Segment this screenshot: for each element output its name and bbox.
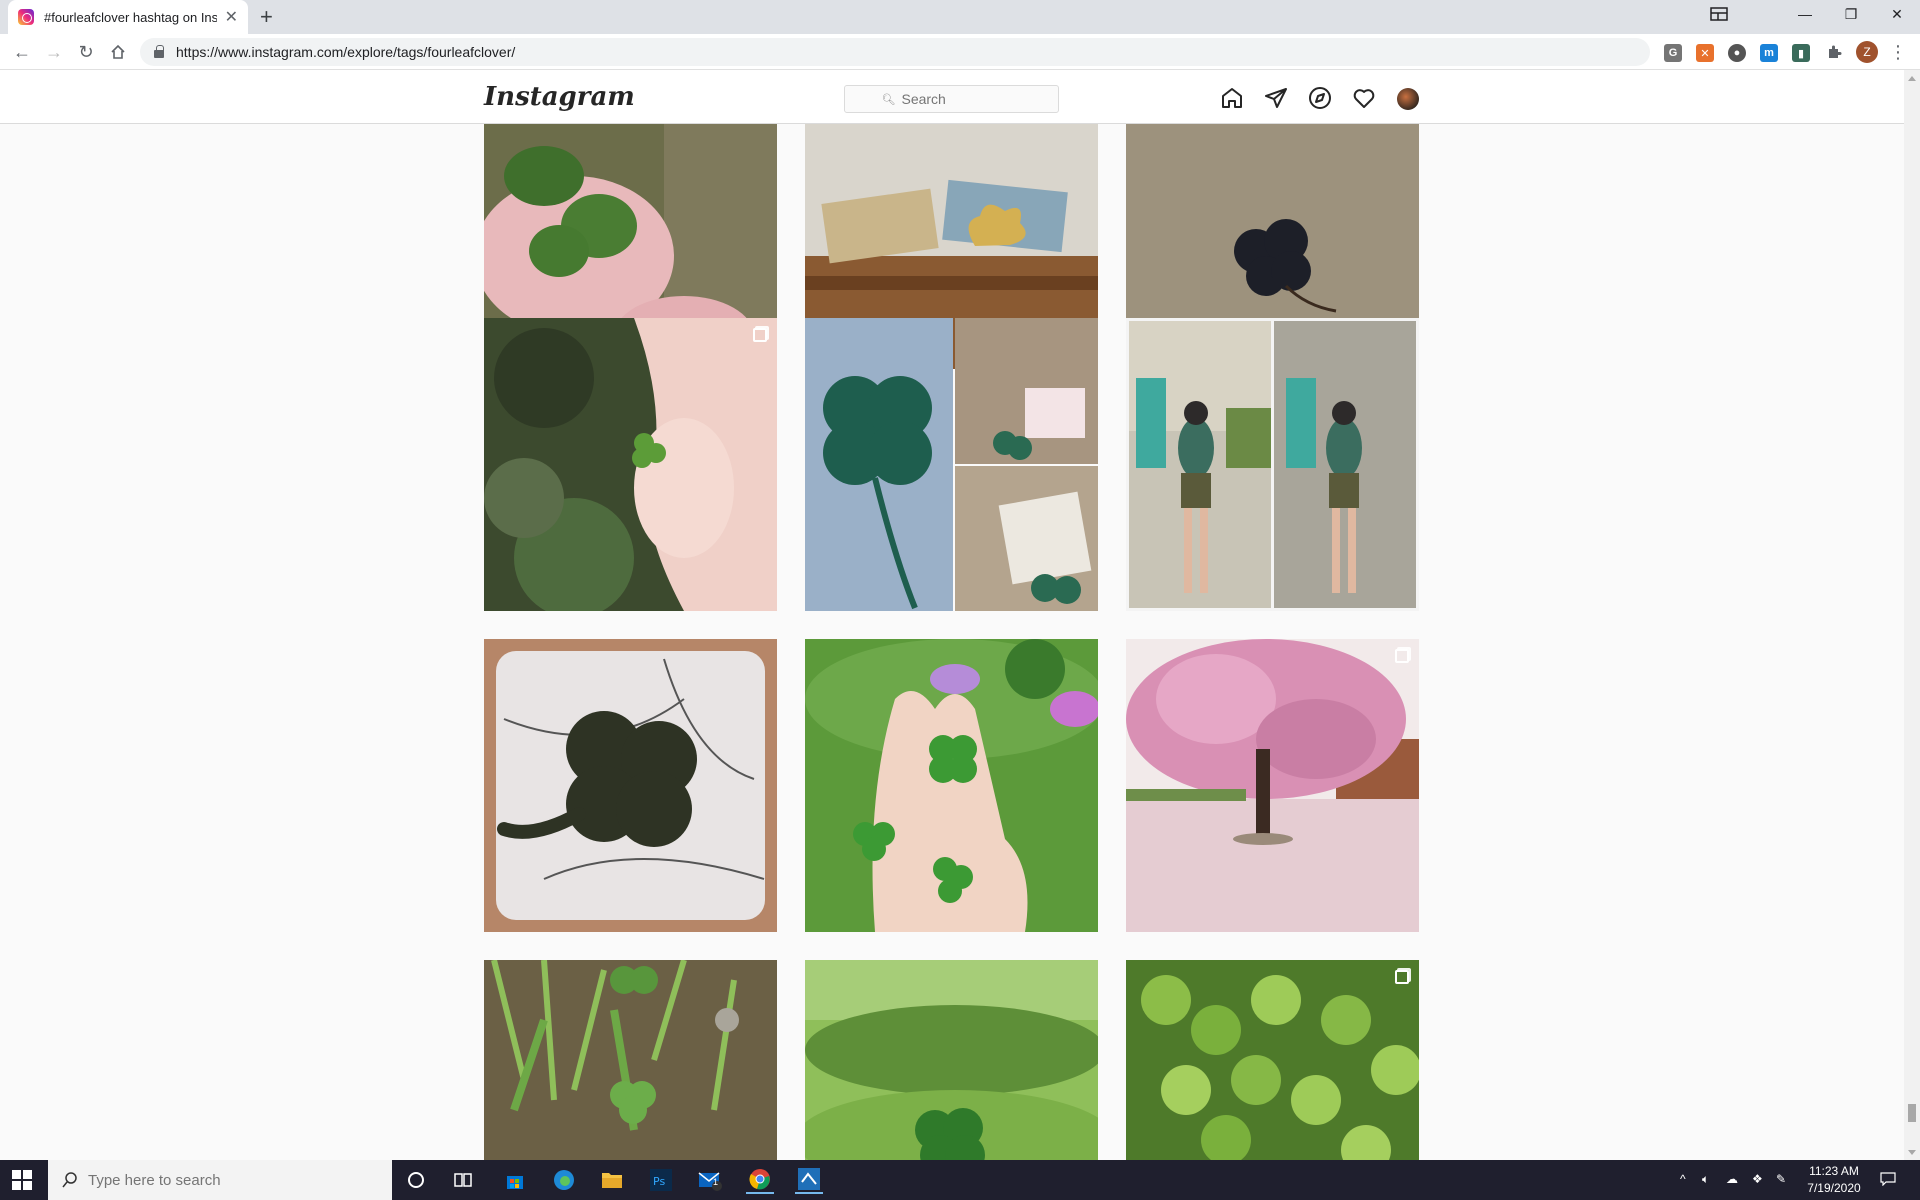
activity-heart-icon[interactable] bbox=[1351, 85, 1377, 111]
edge-icon[interactable] bbox=[550, 1166, 578, 1194]
search-icon bbox=[62, 1172, 77, 1188]
doc-ext-icon[interactable]: ▮ bbox=[1792, 44, 1810, 62]
address-bar[interactable]: https://www.instagram.com/explore/tags/f… bbox=[140, 38, 1650, 66]
search-icon: 🔍︎ bbox=[881, 93, 896, 106]
post-thumbnail[interactable] bbox=[484, 960, 777, 1160]
circle-ext-icon[interactable]: ● bbox=[1728, 44, 1746, 62]
direct-message-icon[interactable] bbox=[1263, 85, 1289, 111]
post-thumbnail[interactable] bbox=[805, 639, 1098, 932]
explore-compass-icon[interactable] bbox=[1307, 85, 1333, 111]
clock-time: 11:23 AM bbox=[1809, 1164, 1859, 1178]
post-thumbnail[interactable] bbox=[805, 960, 1098, 1160]
post-thumbnail[interactable] bbox=[805, 318, 1098, 611]
instagram-favicon-icon bbox=[18, 9, 34, 25]
mail-badge: 1 bbox=[713, 1177, 719, 1187]
grass-ground-image bbox=[484, 960, 777, 1160]
post-thumbnail[interactable] bbox=[1126, 318, 1419, 611]
restore-button[interactable]: ❐ bbox=[1828, 0, 1874, 28]
reload-icon[interactable]: ↻ bbox=[74, 40, 98, 64]
x-ext-icon[interactable]: ✕ bbox=[1696, 44, 1714, 62]
store-icon[interactable] bbox=[501, 1166, 529, 1194]
browser-tab-bar: #fourleafclover hashtag on Insta ✕ + — ❐… bbox=[0, 0, 1920, 34]
browser-toolbar: ← → ↻ https://www.instagram.com/explore/… bbox=[0, 34, 1920, 70]
mirror-selfies-image bbox=[1126, 318, 1419, 611]
dropbox-icon[interactable]: ❖ bbox=[1752, 1172, 1763, 1186]
page-scrollbar[interactable] bbox=[1904, 70, 1920, 1160]
clock-date: 7/19/2020 bbox=[1807, 1181, 1861, 1195]
cortana-icon[interactable] bbox=[402, 1166, 430, 1194]
tab-search-icon[interactable] bbox=[1696, 0, 1742, 28]
multiple-posts-icon bbox=[753, 328, 767, 342]
scroll-thumb[interactable] bbox=[1908, 1104, 1916, 1122]
windows-taskbar: Ps 1 ^ 🔈︎ ☁︎ ❖ ✎ 11:23 AM 7/19/2020 bbox=[0, 1160, 1920, 1200]
instagram-header: Instagram 🔍︎ bbox=[0, 70, 1904, 124]
lock-icon bbox=[154, 45, 164, 58]
photoshop-icon[interactable]: Ps bbox=[647, 1166, 675, 1194]
g-ext-icon[interactable]: G bbox=[1664, 44, 1682, 62]
taskbar-search-box[interactable] bbox=[48, 1160, 392, 1200]
m-ext-icon[interactable]: m bbox=[1760, 44, 1778, 62]
taskbar-search-input[interactable] bbox=[88, 1171, 368, 1189]
minimize-button[interactable]: — bbox=[1782, 0, 1828, 28]
home-icon[interactable] bbox=[106, 40, 130, 64]
task-view-icon[interactable] bbox=[449, 1166, 477, 1194]
browser-tab[interactable]: #fourleafclover hashtag on Insta ✕ bbox=[8, 0, 248, 34]
palm-clovers-image bbox=[805, 639, 1098, 932]
user-avatar[interactable] bbox=[1397, 88, 1419, 110]
system-clock[interactable]: 11:23 AM 7/19/2020 bbox=[1794, 1163, 1874, 1197]
home-nav-icon[interactable] bbox=[1219, 85, 1245, 111]
multiple-posts-icon bbox=[1395, 649, 1409, 663]
volume-icon[interactable]: 🔈︎ bbox=[1702, 1172, 1709, 1187]
pen-icon[interactable]: ✎ bbox=[1776, 1172, 1786, 1186]
post-thumbnail[interactable] bbox=[484, 639, 777, 932]
forward-arrow-icon[interactable]: → bbox=[42, 40, 66, 64]
post-thumbnail[interactable] bbox=[484, 318, 777, 611]
post-thumbnail[interactable] bbox=[1126, 960, 1419, 1160]
tab-close-icon[interactable]: ✕ bbox=[225, 7, 238, 27]
close-window-button[interactable]: ✕ bbox=[1874, 0, 1920, 28]
url-text: https://www.instagram.com/explore/tags/f… bbox=[176, 44, 516, 60]
file-explorer-icon[interactable] bbox=[598, 1166, 626, 1194]
profile-avatar[interactable]: Z bbox=[1856, 41, 1878, 63]
crochet-collage-image bbox=[805, 318, 1098, 611]
mail-icon[interactable]: 1 bbox=[696, 1166, 724, 1194]
search-input[interactable] bbox=[901, 91, 1022, 107]
scroll-down-arrow-icon[interactable] bbox=[1908, 1150, 1916, 1155]
multiple-posts-icon bbox=[1395, 970, 1409, 984]
pink-tree-image bbox=[1126, 639, 1419, 932]
instagram-logo[interactable]: Instagram bbox=[484, 82, 635, 112]
post-thumbnail[interactable] bbox=[1126, 639, 1419, 932]
show-hidden-icons-icon[interactable]: ^ bbox=[1680, 1172, 1686, 1186]
clover-patch-image bbox=[1126, 960, 1419, 1160]
new-tab-button[interactable]: + bbox=[260, 4, 273, 30]
app-icon[interactable] bbox=[795, 1166, 823, 1194]
search-box[interactable]: 🔍︎ bbox=[844, 85, 1059, 113]
extensions-puzzle-icon[interactable] bbox=[1822, 40, 1846, 64]
windows-start-icon[interactable] bbox=[12, 1170, 32, 1190]
onedrive-icon[interactable]: ☁︎ bbox=[1726, 1172, 1738, 1186]
hashtag-post-grid bbox=[0, 124, 1904, 1160]
svg-text:Ps: Ps bbox=[653, 1175, 665, 1188]
tab-title: #fourleafclover hashtag on Insta bbox=[44, 9, 217, 25]
notifications-icon[interactable] bbox=[1880, 1172, 1896, 1189]
fingers-tiny-clover-image bbox=[484, 318, 777, 611]
chrome-icon[interactable] bbox=[746, 1166, 774, 1194]
menu-kebab-icon[interactable]: ⋮ bbox=[1886, 40, 1910, 64]
back-arrow-icon[interactable]: ← bbox=[10, 40, 34, 64]
scroll-up-arrow-icon[interactable] bbox=[1908, 76, 1916, 81]
park-clover-image bbox=[805, 960, 1098, 1160]
marble-crochet-image bbox=[484, 639, 777, 932]
